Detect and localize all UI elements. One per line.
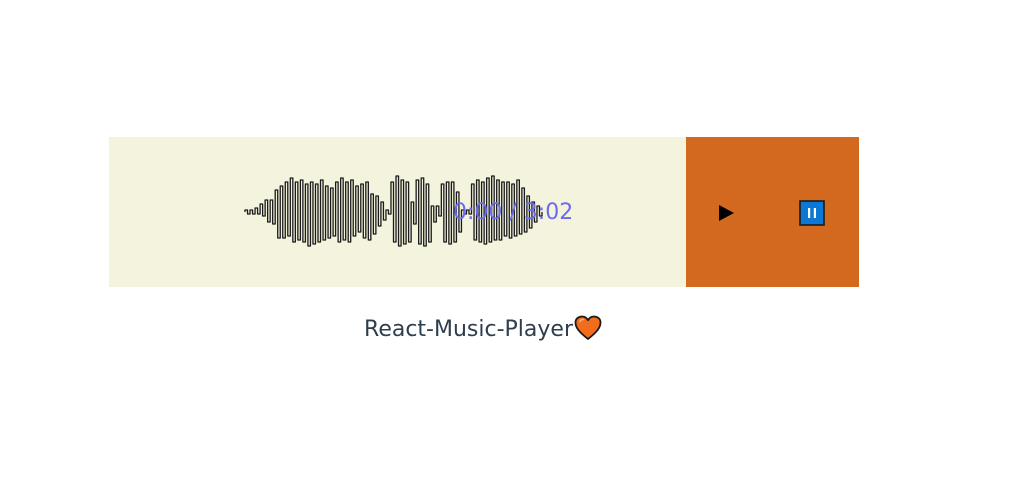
waveform-panel: 0:00 / 3:02: [109, 137, 686, 287]
pause-button[interactable]: [799, 200, 825, 226]
app-caption: React-Music-Player: [0, 314, 966, 346]
controls-panel: [686, 137, 859, 287]
pause-icon: [799, 200, 825, 226]
play-button[interactable]: [716, 203, 736, 223]
music-player: 0:00 / 3:02: [109, 137, 859, 287]
orange-heart-icon: [574, 315, 602, 340]
caption-text: React-Music-Player: [364, 317, 573, 342]
play-icon: [719, 205, 734, 221]
time-display: 0:00 / 3:02: [453, 200, 574, 225]
